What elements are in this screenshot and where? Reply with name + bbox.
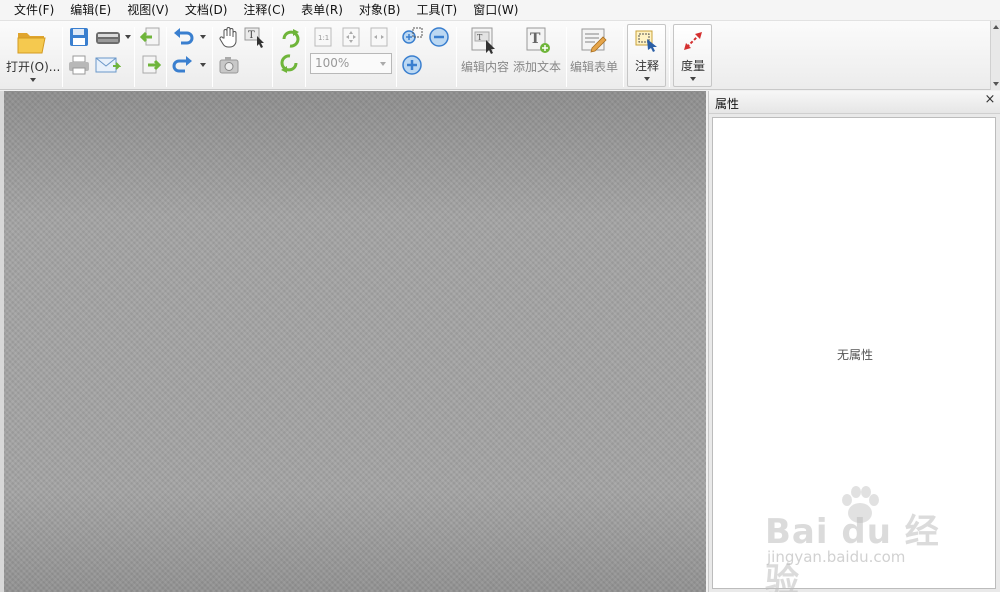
email-icon[interactable] [95, 54, 121, 76]
zoom-level-value: 100% [315, 56, 350, 70]
svg-text:T: T [248, 30, 255, 41]
scanner-icon[interactable] [95, 26, 123, 48]
edit-content-icon: T [470, 26, 498, 54]
chevron-down-icon [380, 62, 386, 66]
close-icon[interactable]: × [983, 93, 997, 107]
redo-dropdown-icon[interactable] [200, 63, 206, 67]
svg-text:T: T [477, 33, 483, 42]
chevron-down-icon [690, 77, 696, 81]
measure-icon [682, 30, 704, 52]
scanner-dropdown-icon[interactable] [125, 35, 131, 39]
fit-page-icon[interactable] [340, 26, 362, 48]
zoom-out-icon[interactable] [428, 26, 450, 48]
save-icon[interactable] [68, 26, 90, 48]
redo-icon[interactable] [172, 54, 194, 76]
watermark: Bai du 经验 jingyan.baidu.com [765, 484, 955, 592]
extract-page-icon[interactable] [140, 26, 162, 48]
menu-edit[interactable]: 编辑(E) [62, 0, 119, 21]
svg-text:T: T [530, 31, 541, 47]
annotation-select-icon [634, 29, 660, 53]
measure-button[interactable]: 度量 [673, 24, 712, 87]
chevron-down-icon [644, 77, 650, 81]
add-text-icon: T [524, 26, 552, 54]
print-icon[interactable] [68, 54, 90, 76]
edit-form-icon [580, 26, 608, 54]
scroll-up-icon[interactable] [993, 25, 999, 29]
no-properties-text: 无属性 [836, 348, 873, 362]
menu-view[interactable]: 视图(V) [119, 0, 177, 21]
menu-comment[interactable]: 注释(C) [235, 0, 293, 21]
svg-text:1:1: 1:1 [318, 34, 329, 42]
measure-label: 度量 [681, 59, 706, 73]
edit-form-label: 编辑表单 [570, 60, 619, 74]
actual-size-icon[interactable]: 1:1 [312, 26, 334, 48]
folder-open-icon [17, 28, 47, 54]
zoom-marquee-icon[interactable] [401, 26, 423, 48]
toolbar: 打开(O)... T 1:1 100% T 编辑内容 T 添加文本 编辑表单 注… [0, 21, 1000, 90]
add-text-button[interactable]: T 添加文本 [512, 24, 564, 86]
edit-content-button[interactable]: T 编辑内容 [459, 24, 511, 86]
properties-panel-title: 属性 [715, 97, 740, 111]
menu-form[interactable]: 表单(R) [293, 0, 351, 21]
snapshot-icon[interactable] [218, 54, 240, 76]
edit-form-button[interactable]: 编辑表单 [568, 24, 622, 86]
add-text-label: 添加文本 [513, 60, 562, 74]
insert-page-icon[interactable] [140, 54, 162, 76]
fit-width-icon[interactable] [368, 26, 390, 48]
open-label: 打开(O)... [6, 60, 61, 74]
scroll-down-icon[interactable] [993, 82, 999, 86]
menu-bar: 文件(F) 编辑(E) 视图(V) 文档(D) 注释(C) 表单(R) 对象(B… [0, 0, 1000, 21]
annotation-label: 注释 [635, 59, 660, 73]
menu-document[interactable]: 文档(D) [177, 0, 236, 21]
menu-tools[interactable]: 工具(T) [408, 0, 465, 21]
watermark-url: jingyan.baidu.com [767, 548, 906, 566]
menu-object[interactable]: 对象(B) [351, 0, 409, 21]
undo-dropdown-icon[interactable] [200, 35, 206, 39]
rotate-counterclockwise-icon[interactable] [279, 54, 301, 76]
menu-file[interactable]: 文件(F) [6, 0, 62, 21]
hand-tool-icon[interactable] [218, 26, 240, 48]
properties-panel-header: 属性 × [709, 91, 1000, 114]
rotate-clockwise-icon[interactable] [279, 26, 301, 48]
document-canvas[interactable] [4, 91, 706, 592]
edit-content-label: 编辑内容 [461, 60, 510, 74]
menu-window[interactable]: 窗口(W) [465, 0, 526, 21]
chevron-down-icon [30, 78, 36, 82]
annotation-button[interactable]: 注释 [627, 24, 666, 87]
toolbar-scrollbar[interactable] [990, 21, 1000, 90]
zoom-in-icon[interactable] [401, 54, 423, 76]
undo-icon[interactable] [172, 26, 194, 48]
select-text-icon[interactable]: T [244, 26, 266, 48]
open-button[interactable]: 打开(O)... [4, 24, 60, 86]
zoom-level-select[interactable]: 100% [310, 53, 392, 74]
